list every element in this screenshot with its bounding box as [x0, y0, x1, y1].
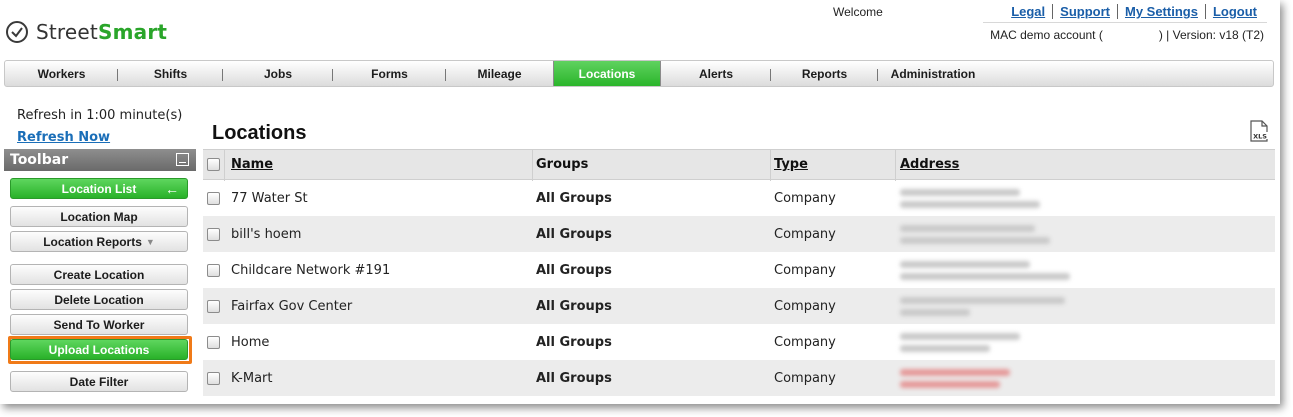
- refresh-countdown: Refresh in 1:00 minute(s): [17, 108, 183, 123]
- version-info: ) | Version: v18 (T2): [1158, 28, 1264, 42]
- select-all-checkbox[interactable]: [207, 158, 220, 171]
- redacted-address: [900, 328, 1070, 357]
- table-row[interactable]: Childcare Network #191 All Groups Compan…: [203, 252, 1275, 288]
- type-column-header[interactable]: Type: [774, 157, 808, 172]
- location-groups: All Groups: [536, 298, 612, 314]
- location-list-button[interactable]: Location List ←: [10, 178, 188, 199]
- arrow-left-icon: ←: [165, 180, 179, 197]
- account-name: MAC demo account (: [990, 28, 1103, 42]
- toolbar-header: Toolbar: [4, 149, 196, 171]
- location-name[interactable]: Fairfax Gov Center: [231, 299, 352, 314]
- table-row[interactable]: Fairfax Gov Center All Groups Company: [203, 288, 1275, 324]
- tab-alerts[interactable]: Alerts: [661, 61, 771, 86]
- tab-locations[interactable]: Locations: [553, 61, 661, 86]
- location-type: Company: [774, 370, 836, 386]
- logo-text: StreetSmart: [36, 20, 167, 44]
- brand-suffix: Smart: [97, 20, 168, 44]
- table-header: Name Groups Type Address: [203, 149, 1275, 181]
- send-to-worker-button[interactable]: Send To Worker: [10, 314, 188, 335]
- refresh-now-link[interactable]: Refresh Now: [17, 130, 110, 145]
- top-links: Legal Support My Settings Logout: [1004, 4, 1264, 19]
- redacted-address: [900, 292, 1070, 321]
- table-row[interactable]: bill's hoem All Groups Company: [203, 216, 1275, 252]
- address-column-header[interactable]: Address: [900, 157, 959, 172]
- row-checkbox[interactable]: [207, 335, 220, 349]
- location-type: Company: [774, 226, 836, 242]
- table-row[interactable]: 77 Water St All Groups Company: [203, 180, 1275, 216]
- redacted-address: [900, 364, 1070, 393]
- app-window: StreetSmart Welcome Legal Support My Set…: [0, 0, 1280, 404]
- brand-prefix: Street: [36, 20, 98, 44]
- tab-mileage[interactable]: Mileage: [446, 61, 553, 86]
- row-checkbox[interactable]: [207, 263, 220, 277]
- location-type: Company: [774, 334, 836, 350]
- my-settings-link[interactable]: My Settings: [1116, 4, 1205, 19]
- caret-down-icon: ▼: [145, 236, 155, 247]
- logout-link[interactable]: Logout: [1204, 4, 1264, 19]
- location-list-label: Location List: [61, 181, 137, 196]
- location-name[interactable]: bill's hoem: [231, 227, 301, 242]
- svg-text:XLS: XLS: [1253, 133, 1267, 141]
- main-nav: Workers Shifts Jobs Forms Mileage Locati…: [4, 60, 1274, 87]
- redacted-address: [900, 256, 1070, 285]
- redacted-address: [900, 220, 1070, 249]
- redacted-address: [900, 184, 1070, 213]
- name-column-header[interactable]: Name: [231, 157, 273, 172]
- tab-reports[interactable]: Reports: [771, 61, 878, 86]
- date-filter-button[interactable]: Date Filter: [10, 371, 188, 392]
- upload-locations-button[interactable]: Upload Locations: [10, 339, 188, 360]
- locations-table: Name Groups Type Address 77 Water St All…: [203, 149, 1275, 396]
- checkmark-circle-icon: [6, 21, 28, 43]
- location-groups: All Groups: [536, 334, 612, 350]
- location-type: Company: [774, 262, 836, 278]
- logo[interactable]: StreetSmart: [6, 20, 167, 44]
- account-info: MAC demo account ( ) | Version: v18 (T2): [990, 28, 1264, 42]
- location-type: Company: [774, 298, 836, 314]
- welcome-text: Welcome: [833, 5, 883, 19]
- delete-location-button[interactable]: Delete Location: [10, 289, 188, 310]
- location-groups: All Groups: [536, 262, 612, 278]
- row-checkbox[interactable]: [207, 371, 220, 385]
- row-checkbox[interactable]: [207, 191, 220, 205]
- location-name[interactable]: 77 Water St: [231, 191, 308, 206]
- location-groups: All Groups: [536, 190, 612, 206]
- legal-link[interactable]: Legal: [1004, 4, 1052, 19]
- location-reports-label: Location Reports: [43, 234, 142, 249]
- location-reports-button[interactable]: Location Reports ▼: [10, 231, 188, 252]
- tab-jobs[interactable]: Jobs: [223, 61, 333, 86]
- support-link[interactable]: Support: [1052, 4, 1117, 19]
- location-map-button[interactable]: Location Map: [10, 206, 188, 227]
- location-groups: All Groups: [536, 370, 612, 386]
- xls-export-icon[interactable]: XLS: [1249, 120, 1269, 142]
- row-checkbox[interactable]: [207, 299, 220, 313]
- minimize-icon[interactable]: [176, 153, 189, 166]
- tab-forms[interactable]: Forms: [333, 61, 446, 86]
- page-title: Locations: [212, 122, 307, 144]
- table-row[interactable]: K-Mart All Groups Company: [203, 360, 1275, 396]
- row-checkbox[interactable]: [207, 227, 220, 241]
- toolbar-title: Toolbar: [10, 152, 69, 168]
- table-row[interactable]: Home All Groups Company: [203, 324, 1275, 360]
- create-location-button[interactable]: Create Location: [10, 264, 188, 285]
- groups-column-header: Groups: [536, 157, 589, 172]
- location-name[interactable]: Childcare Network #191: [231, 263, 390, 278]
- location-type: Company: [774, 190, 836, 206]
- location-groups: All Groups: [536, 226, 612, 242]
- tab-shifts[interactable]: Shifts: [118, 61, 223, 86]
- tab-workers[interactable]: Workers: [5, 61, 118, 86]
- tab-administration[interactable]: Administration: [878, 61, 988, 86]
- location-name[interactable]: K-Mart: [231, 371, 272, 386]
- header-divider: [983, 22, 1267, 23]
- location-name[interactable]: Home: [231, 335, 269, 350]
